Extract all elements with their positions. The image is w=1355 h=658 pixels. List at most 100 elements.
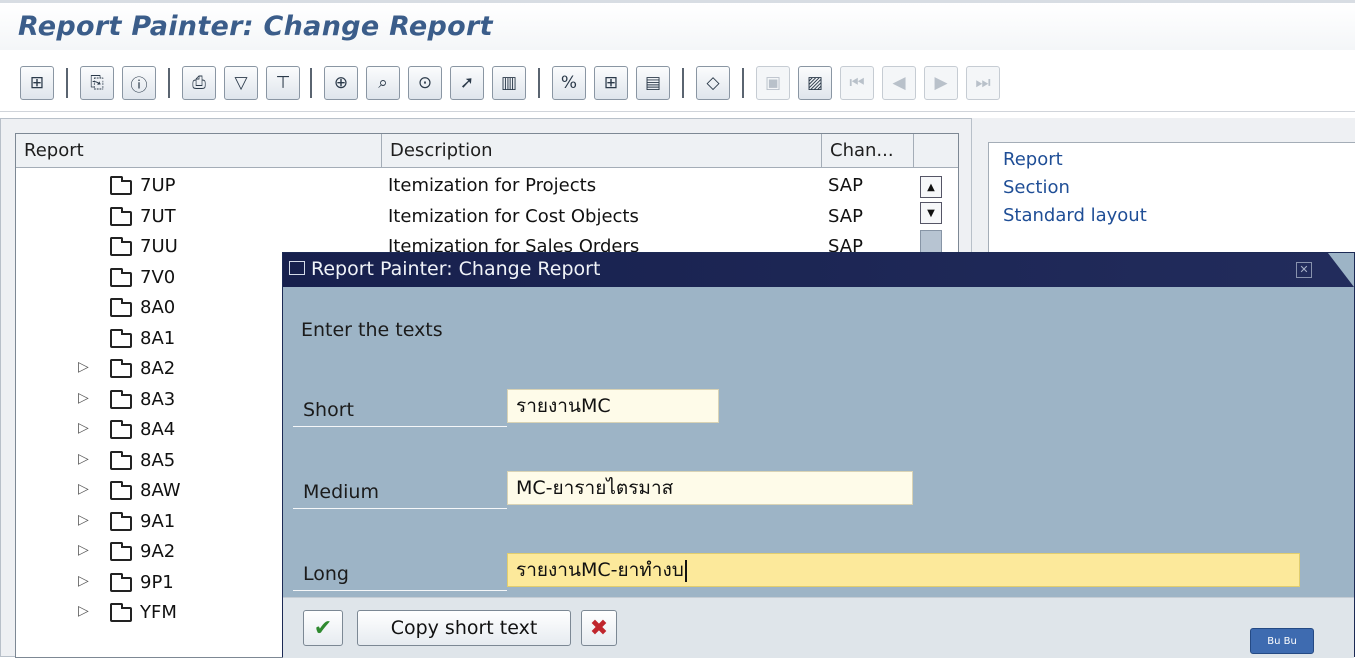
tree-header: Report Description Chan... [16,134,958,168]
report-code: 8A0 [140,297,176,318]
close-icon[interactable]: ✕ [1296,262,1312,278]
delete-icon[interactable]: ▥ [492,66,526,100]
report-code: 7UU [140,236,178,257]
report-code: 7UP [140,175,176,196]
search-icon[interactable]: ⌕ [366,66,400,100]
short-label-underline [293,426,507,427]
expand-triangle-icon[interactable]: ▷ [78,451,89,467]
next-icon[interactable]: ▶ [924,66,958,100]
dialog-prompt: Enter the texts [301,319,443,341]
folder-icon [110,420,132,439]
folder-icon [110,450,132,470]
short-text-field[interactable]: รายงานMC [507,389,719,423]
scroll-down-icon[interactable]: ▼ [920,202,942,224]
first-icon[interactable]: ⏮ [840,66,874,100]
expand-triangle-icon[interactable]: ▷ [78,603,89,619]
toolbar-separator [742,68,744,98]
new-report-icon[interactable]: ⎘ [80,66,114,100]
report-changed-by: SAP [828,175,863,196]
folder-icon [110,237,132,256]
link-report[interactable]: Report [1003,149,1063,170]
folder-icon [110,176,132,195]
insert-row-icon[interactable]: ⊕ [324,66,358,100]
vertical-scrollbar[interactable]: ▲ ▼ [914,168,950,260]
tree-row[interactable]: 7UP Itemization for Projects SAP [16,172,958,202]
folder-icon [110,359,132,378]
edit-element-icon[interactable]: ▤ [636,66,670,100]
folder-icon [110,572,132,592]
expand-triangle-icon[interactable]: ▷ [78,420,89,436]
structure-icon[interactable]: ⊤ [266,66,300,100]
folder-icon [110,267,132,287]
report-description: Itemization for Projects [388,175,597,196]
folder-icon [110,298,132,317]
confirm-button[interactable]: ✔ [303,610,343,646]
info-icon[interactable]: ⓘ [122,66,156,100]
last-icon[interactable]: ⏭ [966,66,1000,100]
select-icon[interactable]: ➚ [450,66,484,100]
toolbar-separator [682,68,684,98]
previous-icon[interactable]: ◀ [882,66,916,100]
checkmark-icon: ✔ [313,615,333,641]
long-text-value: รายงานMC-ยาทำงบ [516,559,684,581]
medium-label: Medium [303,481,379,503]
title-corner [1328,253,1354,287]
dialog-footer: ✔ Copy short text ✖ [283,597,1354,658]
folder-icon [110,328,132,348]
expand-triangle-icon[interactable]: ▷ [78,481,89,497]
report-code: 7UT [140,205,176,227]
link-standard-layout[interactable]: Standard layout [1003,205,1147,226]
folder-icon [110,481,132,500]
formula-icon[interactable]: % [552,66,586,100]
toolbar-separator [538,68,540,98]
scroll-up-icon[interactable]: ▲ [920,176,942,198]
folder-icon [110,511,132,531]
expand-triangle-icon[interactable]: ▷ [78,542,89,558]
variable-icon[interactable]: ◇ [696,66,730,100]
text-cursor [684,559,687,582]
link-section[interactable]: Section [1003,177,1070,198]
application-toolbar: ⊞ ⎘ ⓘ ⎙ ▽ ⊤ ⊕ ⌕ ⊙ ➚ ▥ % ⊞ ▤ ◇ ▣ ▨ ⏮ ◀ ▶ … [0,52,1355,112]
report-code: 8A2 [140,358,176,379]
dialog-title: Report Painter: Change Report [311,258,601,280]
toolbar-separator [310,68,312,98]
expand-triangle-icon[interactable]: ▷ [78,390,89,406]
tree-row[interactable]: 7UT Itemization for Cost Objects SAP [16,203,958,233]
cancel-button[interactable]: ✖ [581,610,617,646]
enter-texts-dialog: Report Painter: Change Report ✕ Enter th… [282,252,1355,658]
cancel-icon: ✖ [589,615,609,641]
long-label-underline [293,590,507,591]
medium-text-field[interactable]: MC-ยารายไตรมาส [507,471,913,505]
expand-triangle-icon[interactable]: ▷ [78,359,89,375]
print-icon[interactable]: ⎙ [182,66,216,100]
column-changed-by[interactable]: Chan... [822,134,914,168]
hierarchy-icon[interactable]: ⊞ [20,66,54,100]
report-code: 8A3 [140,388,176,410]
dialog-title-bar: Report Painter: Change Report ✕ [283,253,1354,287]
add-element-icon[interactable]: ⊞ [594,66,628,100]
copy-short-text-button[interactable]: Copy short text [357,610,571,646]
long-text-field[interactable]: รายงานMC-ยาทำงบ [507,553,1300,587]
execute-icon[interactable]: ⊙ [408,66,442,100]
report-code: 8AW [140,480,181,501]
first-page-icon[interactable]: ▣ [756,66,790,100]
export-icon[interactable]: ▨ [798,66,832,100]
toolbar-separator [168,68,170,98]
report-code: 8A4 [140,419,176,440]
expand-triangle-icon[interactable]: ▷ [78,573,89,589]
column-description[interactable]: Description [382,134,822,168]
column-report[interactable]: Report [16,134,382,168]
report-code: 8A1 [140,327,176,349]
report-changed-by: SAP [828,205,863,227]
user-badge: Bu Bu [1250,628,1314,654]
element-list: Report Section Standard layout [988,142,1355,262]
report-code: 9A1 [140,510,176,532]
folder-icon [110,389,132,409]
report-description: Itemization for Cost Objects [388,205,639,227]
folder-icon [110,603,132,622]
system-menu-icon[interactable] [289,261,305,275]
title-bar: Report Painter: Change Report [0,0,1355,50]
filter-icon[interactable]: ▽ [224,66,258,100]
toolbar-separator [66,68,68,98]
expand-triangle-icon[interactable]: ▷ [78,512,89,528]
